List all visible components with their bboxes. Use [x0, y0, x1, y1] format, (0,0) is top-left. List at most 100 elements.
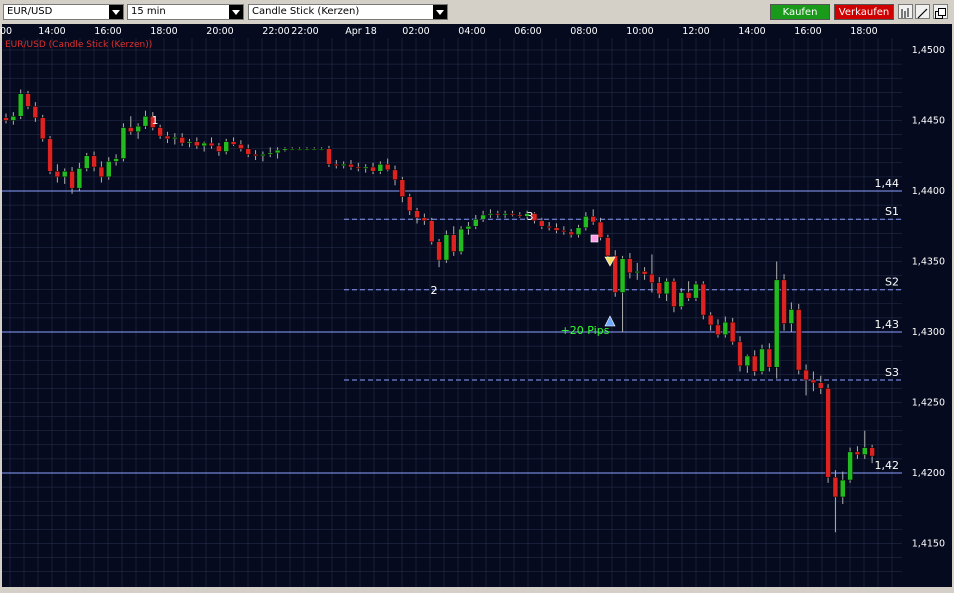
- candle-body-down: [817, 382, 824, 389]
- candle-body-down: [450, 234, 457, 252]
- candle-body-down: [707, 314, 714, 326]
- candle-body-down: [803, 369, 809, 381]
- candle-body-down: [737, 341, 743, 367]
- candle-body-down: [333, 163, 340, 166]
- interval-select[interactable]: 15 min: [127, 4, 244, 20]
- candle-body-down: [766, 348, 773, 368]
- candle-body-up: [296, 148, 303, 150]
- candle-body-up: [172, 137, 178, 140]
- x-tick-label: 16:00: [94, 26, 121, 37]
- candle-body-down: [245, 148, 251, 155]
- candle-body-down: [69, 171, 75, 189]
- candle-body-up: [10, 116, 17, 121]
- candlestick-chart[interactable]: 1,44 1,43 1,42 S1 S2 S3 00 14:00 16:00 18:00 20:0…: [0, 24, 954, 589]
- wave-label: 3: [527, 210, 534, 223]
- price-axis-background: [902, 24, 952, 587]
- candle-body-up: [575, 227, 582, 235]
- candle-body-down: [370, 166, 376, 172]
- candle: [458, 226, 464, 255]
- candle-body-up: [142, 116, 149, 127]
- candle-body-down: [208, 142, 215, 147]
- candle-body-down: [216, 145, 222, 152]
- candle-body-down: [795, 309, 802, 371]
- chevron-down-icon[interactable]: [229, 5, 243, 19]
- x-tick-label: 08:00: [570, 26, 597, 37]
- candle-body-up: [473, 218, 479, 227]
- candle-body-up: [634, 271, 640, 274]
- candle-body-up: [274, 149, 281, 154]
- candle-body-down: [384, 163, 391, 171]
- candle-body-down: [546, 226, 552, 228]
- candle-body-up: [113, 158, 119, 162]
- level-label: 1,44: [875, 177, 900, 190]
- y-tick-label: 1,4200: [912, 468, 945, 479]
- candle-body-down: [597, 221, 604, 238]
- candle-body-down: [164, 135, 171, 140]
- y-tick-label: 1,4500: [912, 45, 945, 56]
- x-tick-label: 06:00: [514, 26, 541, 37]
- chart-area[interactable]: 1,44 1,43 1,42 S1 S2 S3 00 14:00 16:00 18:00 20:0…: [0, 24, 954, 589]
- candle-body-up: [223, 141, 229, 152]
- candle: [729, 317, 736, 345]
- candle-body-down: [414, 210, 420, 219]
- x-tick-label: 10:00: [626, 26, 653, 37]
- symbol-select[interactable]: EUR/USD: [3, 4, 124, 20]
- buy-button[interactable]: Kaufen: [770, 4, 830, 20]
- candle-body-up: [619, 258, 626, 293]
- x-tick-label: 04:00: [458, 26, 485, 37]
- candle-body-down: [869, 447, 875, 457]
- candle-body-up: [260, 154, 266, 156]
- candle-body-up: [678, 292, 685, 307]
- candle-body-down: [355, 166, 362, 169]
- candle: [781, 274, 787, 331]
- candle-body-up: [340, 163, 347, 166]
- candle: [443, 230, 450, 263]
- candle-body-down: [406, 196, 413, 211]
- candle-body-up: [106, 161, 112, 178]
- candle-body-up: [443, 234, 450, 261]
- candle-body-down: [3, 117, 9, 121]
- candle-body-down: [715, 324, 721, 336]
- candle-body-up: [722, 321, 729, 336]
- candle-body-up: [311, 148, 318, 150]
- candle-body-down: [194, 141, 200, 147]
- candle: [47, 136, 53, 175]
- detach-window-icon[interactable]: [933, 4, 948, 19]
- candle-body-down: [495, 213, 501, 216]
- wave-label: 2: [431, 284, 438, 297]
- candle-body-down: [230, 141, 237, 145]
- candle-body-down: [179, 137, 185, 144]
- candle-body-down: [832, 476, 839, 498]
- candle-body-down: [348, 163, 354, 168]
- candle-body-down: [590, 216, 596, 223]
- chart-style-select[interactable]: Candle Stick (Kerzen): [248, 4, 448, 20]
- candle: [120, 123, 127, 162]
- chart-type-icon[interactable]: [898, 4, 913, 19]
- candle-body-down: [326, 148, 332, 165]
- candle-body-down: [47, 138, 53, 172]
- candle-body-up: [377, 163, 384, 172]
- candle: [795, 303, 802, 375]
- candle-body-up: [693, 283, 699, 299]
- y-tick-label: 1,4350: [912, 257, 945, 268]
- candle-body-down: [671, 280, 677, 307]
- candle-body-down: [399, 179, 406, 197]
- candle-body-up: [318, 148, 325, 150]
- candle-body-down: [428, 220, 435, 243]
- candle-body-down: [128, 127, 134, 133]
- candle: [83, 152, 90, 172]
- candle: [605, 234, 611, 259]
- candle-body-down: [553, 227, 560, 231]
- candle-body-down: [729, 321, 736, 343]
- chevron-down-icon[interactable]: [433, 5, 447, 19]
- candle-body-down: [612, 255, 618, 293]
- sell-button[interactable]: Verkaufen: [834, 4, 894, 20]
- draw-line-icon[interactable]: [915, 4, 930, 19]
- candle-body-up: [267, 152, 273, 155]
- chevron-down-icon[interactable]: [109, 5, 123, 19]
- candle-body-down: [32, 106, 39, 118]
- x-tick-label: 14:00: [38, 26, 65, 37]
- y-tick-label: 1,4300: [912, 327, 945, 338]
- candle-body-down: [751, 355, 758, 372]
- chart-title: EUR/USD (Candle Stick (Kerzen)): [5, 40, 152, 50]
